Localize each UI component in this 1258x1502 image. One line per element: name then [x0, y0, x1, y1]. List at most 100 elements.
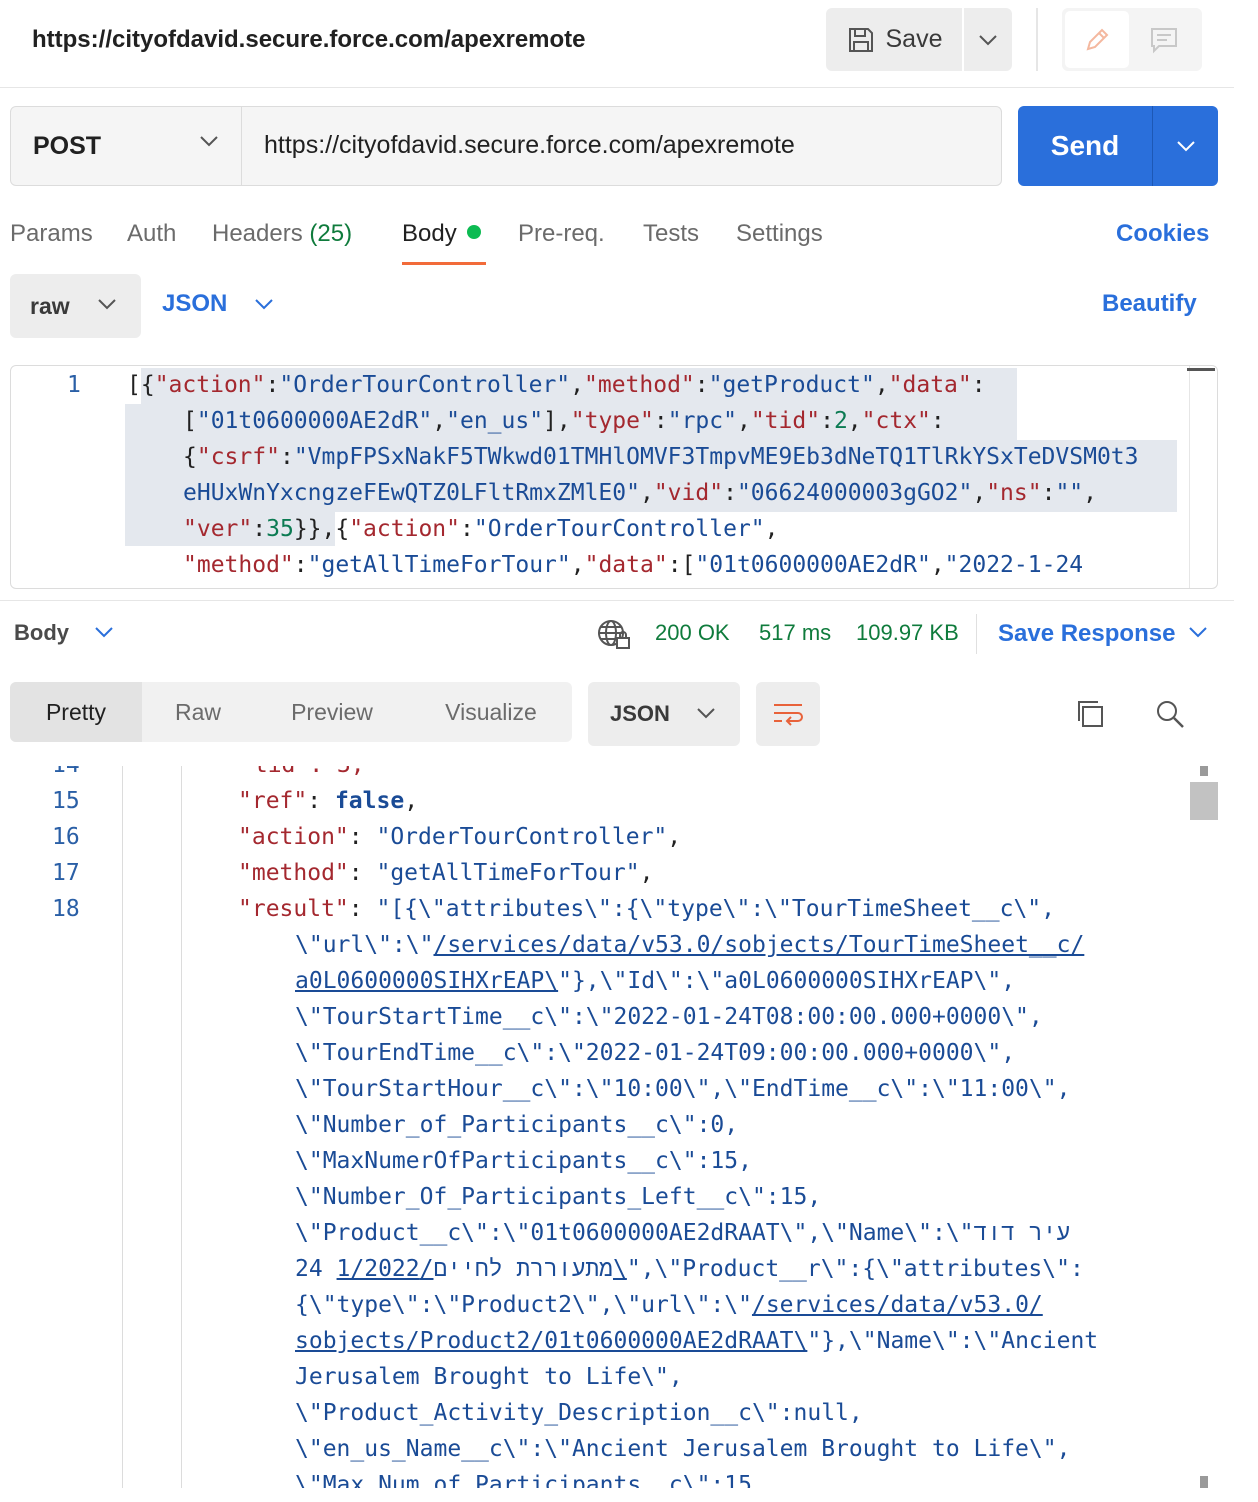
copy-icon[interactable]: [1074, 698, 1106, 730]
request-line-5: "ver":35}},{"action":"OrderTourControlle…: [183, 516, 779, 542]
response-line-17: "method": "getAllTimeForTour",: [238, 860, 654, 886]
response-line-16: "action": "OrderTourController",: [238, 824, 682, 850]
response-line-15: "ref": false,: [238, 788, 419, 814]
response-format-select[interactable]: JSON: [588, 682, 740, 746]
tab-params[interactable]: Params: [10, 220, 93, 248]
response-size[interactable]: 109.97 KB: [856, 620, 959, 646]
result-wrap-line: \"Max_Num_of_Participants__c\":15,: [295, 1472, 766, 1488]
body-mode-label: raw: [30, 292, 70, 319]
tab-headers[interactable]: Headers (25): [212, 220, 352, 248]
beautify-button[interactable]: Beautify: [1102, 290, 1197, 318]
body-mode-select[interactable]: raw: [10, 274, 141, 338]
result-wrap-line: \"TourStartHour__c\":\"10:00\",\"EndTime…: [295, 1076, 1071, 1102]
url-link[interactable]: /services/data/v53.0/sobjects/TourTimeSh…: [433, 932, 1084, 958]
json-value: "[{\"attributes\":{\"type\":\"TourTimeSh…: [376, 896, 1055, 922]
headers-count: (25): [309, 220, 353, 247]
scrollbar-thumb[interactable]: [1190, 782, 1218, 820]
result-wrap-line: sobjects/Product2/01t0600000AE2dRAAT\"},…: [295, 1328, 1098, 1354]
result-wrap-line: \"en_us_Name__c\":\"Ancient Jerusalem Br…: [295, 1436, 1071, 1462]
json-key: "action": [238, 824, 349, 850]
line-number: 17: [52, 860, 80, 886]
request-body-editor[interactable]: 1 [{"action":"OrderTourController","meth…: [10, 365, 1218, 589]
save-icon: [848, 27, 873, 52]
result-wrap-line: \"Product__c\":\"01t0600000AE2dRAAT\",\"…: [295, 1220, 1071, 1246]
save-response-button[interactable]: Save Response: [998, 620, 1175, 648]
method-select[interactable]: POST: [11, 107, 242, 185]
edit-mode-button[interactable]: [1065, 11, 1129, 68]
send-button[interactable]: Send: [1018, 106, 1218, 186]
send-options-button[interactable]: [1153, 106, 1218, 186]
save-button[interactable]: Save: [826, 8, 962, 71]
json-text: {\"type\":\"Product2\",\"url\":\": [295, 1292, 752, 1318]
request-bar: POST https://cityofdavid.secure.force.co…: [10, 106, 1002, 186]
pane-divider[interactable]: [0, 600, 1234, 601]
chevron-down-icon[interactable]: [1188, 626, 1208, 638]
json-key: "method": [238, 860, 349, 886]
url-input[interactable]: https://cityofdavid.secure.force.com/ape…: [264, 131, 795, 160]
response-scrollbar[interactable]: [1188, 766, 1218, 1488]
result-wrap-line: {\"type\":\"Product2\",\"url\":\"/servic…: [295, 1292, 1043, 1318]
search-icon[interactable]: [1154, 698, 1186, 730]
comment-icon: [1151, 27, 1177, 53]
view-mode-toggle: [1062, 8, 1202, 71]
wrap-lines-button[interactable]: [756, 682, 820, 746]
send-button-label: Send: [1050, 130, 1120, 161]
tab-pretty[interactable]: Pretty: [10, 682, 142, 742]
chevron-down-icon: [98, 299, 116, 310]
tab-prereq[interactable]: Pre-req.: [518, 220, 605, 248]
comments-button[interactable]: [1132, 11, 1196, 68]
globe-lock-icon[interactable]: [596, 618, 632, 652]
tab-raw[interactable]: Raw: [142, 682, 254, 742]
response-section-select[interactable]: Body: [14, 620, 69, 646]
request-line-4: eHUxWnYxcngzeFEwQTZ0LFltRmxZMlE0","vid":…: [183, 480, 1098, 506]
request-title[interactable]: https://cityofdavid.secure.force.com/ape…: [32, 26, 586, 54]
line-number: 1: [67, 372, 81, 398]
gutter-divider: [122, 766, 123, 1488]
line-number: 18: [52, 896, 80, 922]
tab-preview[interactable]: Preview: [254, 682, 410, 742]
scroll-up-marker: [1200, 766, 1208, 776]
request-line-1: [{"action":"OrderTourController","method…: [127, 372, 986, 398]
save-button-label: Save: [885, 25, 943, 53]
url-link[interactable]: /services/data/v53.0/: [752, 1292, 1043, 1318]
line-number: 14: [52, 766, 80, 778]
response-body-viewer[interactable]: 14 "tid": 3, 15 "ref": false, 16 "action…: [0, 766, 1234, 1488]
response-time[interactable]: 517 ms: [759, 620, 831, 646]
divider: [976, 614, 977, 654]
json-text: ",\"Product__r\":{\"attributes\":: [626, 1256, 1084, 1282]
response-view-tabs: Pretty Raw Preview Visualize: [10, 682, 572, 742]
divider: [1036, 8, 1038, 71]
tab-tests[interactable]: Tests: [643, 220, 699, 248]
response-line-14: "tid": 3,: [240, 766, 365, 778]
chevron-down-icon[interactable]: [254, 298, 274, 310]
result-wrap-line: 24 מתעוררת לחיים/1/2022\",\"Product__r\"…: [295, 1256, 1084, 1283]
result-wrap-line: a0L0600000SIHXrEAP\"},\"Id\":\"a0L060000…: [295, 968, 1015, 994]
result-wrap-line: \"TourEndTime__c\":\"2022-01-24T09:00:00…: [295, 1040, 1016, 1066]
url-link[interactable]: a0L0600000SIHXrEAP\: [295, 968, 558, 994]
line-number: 15: [52, 788, 80, 814]
body-indicator-dot: [466, 225, 481, 239]
chevron-down-icon[interactable]: [94, 626, 114, 638]
result-wrap-line: Jerusalem Brought to Life\",: [295, 1364, 683, 1390]
body-language-select[interactable]: JSON: [162, 290, 227, 318]
result-wrap-line: \"Product_Activity_Description__c\":null…: [295, 1400, 863, 1426]
json-text: "},\"Id\":\"a0L0600000SIHXrEAP\",: [558, 968, 1016, 994]
cookies-link[interactable]: Cookies: [1116, 220, 1209, 248]
result-wrap-line: \"url\":\"/services/data/v53.0/sobjects/…: [295, 932, 1084, 958]
chevron-down-icon: [979, 34, 997, 45]
indent-guide: [181, 766, 182, 1488]
tab-settings[interactable]: Settings: [736, 220, 823, 248]
tab-body[interactable]: Body: [402, 220, 481, 248]
url-link[interactable]: sobjects/Product2/01t0600000AE2dRAAT\: [295, 1328, 807, 1354]
title-bar: https://cityofdavid.secure.force.com/ape…: [0, 0, 1234, 88]
save-options-button[interactable]: [964, 8, 1012, 71]
scrollbar-indicator: [1187, 368, 1215, 371]
tab-auth[interactable]: Auth: [127, 220, 176, 248]
tab-visualize[interactable]: Visualize: [410, 682, 572, 742]
editor-scrollbar[interactable]: [1189, 366, 1217, 588]
result-wrap-line: \"Number_Of_Participants_Left__c\":15,: [295, 1184, 822, 1210]
status-code[interactable]: 200 OK: [655, 620, 730, 646]
json-value: false: [334, 788, 405, 814]
json-text: "},\"Name\":\"Ancient: [807, 1328, 1099, 1354]
result-wrap-line: \"TourStartTime__c\":\"2022-01-24T08:00:…: [295, 1004, 1043, 1030]
